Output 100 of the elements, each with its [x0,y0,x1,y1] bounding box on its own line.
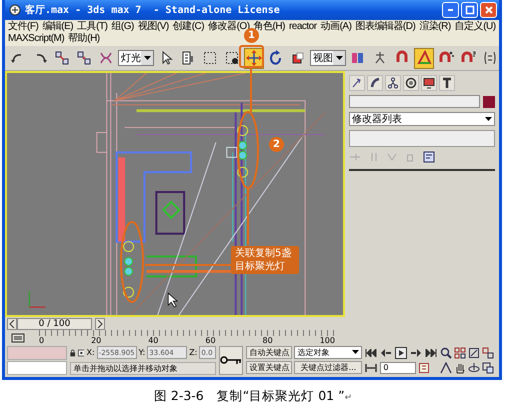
listener-field[interactable] [7,346,68,360]
auto-key-button[interactable]: 自动关键点 [246,346,292,359]
app-icon [9,4,21,16]
display-tab[interactable] [421,75,437,92]
menu-item[interactable]: 工具(T) [77,20,108,33]
selection-filter-dropdown[interactable]: 灯光 [118,50,154,66]
frame-number: 100 [320,336,335,345]
caret-icon [144,56,150,60]
current-frame-field[interactable]: 0 [380,362,416,374]
object-color-swatch[interactable] [483,96,495,108]
set-key-button[interactable]: 设置关键点 [246,360,292,374]
curve-icon [369,77,381,90]
move-icon [246,50,262,66]
previous-frame-button[interactable] [7,318,17,330]
hierarchy-icon [387,77,399,90]
rotate-icon [268,50,284,66]
window-title: 客厅.max - 3ds max 7 - Stand-alone License [25,3,281,17]
leader-line [247,188,249,245]
callout-label: 关联复制5盏目标聚光灯 [231,246,299,274]
time-config-icon[interactable] [419,362,430,373]
list-icon [180,50,196,66]
hierarchy-tab[interactable] [385,75,401,92]
zoom-icon[interactable] [440,346,452,359]
next-key-icon[interactable] [410,348,422,357]
previous-key-icon[interactable] [380,348,392,357]
absolute-mode-icon[interactable] [78,348,84,358]
leader-line [250,67,252,112]
modifier-list-dropdown[interactable]: 修改器列表 [349,112,495,126]
track-bar-icon[interactable] [11,332,25,343]
pan-icon[interactable] [454,362,466,374]
motion-tab[interactable] [403,75,419,92]
field-of-view-icon[interactable] [440,362,452,374]
caret-icon [485,117,492,122]
menu-item[interactable]: 帮助(H) [68,32,100,45]
triangle-icon [416,50,432,66]
arrow-icon [351,77,363,90]
frame-number: 40 [148,336,158,345]
circle-icon [405,77,417,90]
prompt-text: 单击并拖动以选择并移动对象 [70,362,216,375]
zoom-extents-icon[interactable] [468,346,480,359]
go-to-end-icon[interactable] [425,348,438,357]
axis-label: Z: [189,348,198,358]
utilities-tab[interactable] [439,75,455,92]
menu-item[interactable]: 动画(A) [320,20,352,33]
configure-icon[interactable] [423,151,435,164]
angle-snap-tool-button[interactable] [414,48,434,69]
key-mode-toggle-icon[interactable] [365,364,378,372]
reference-coordinate-dropdown[interactable]: 视图 [310,50,346,66]
maximize-button[interactable] [461,2,478,18]
frame-number: 60 [205,336,216,345]
dashed-square-icon [224,50,240,66]
frame-ruler[interactable]: 0 20 40 60 80 100 [39,330,335,346]
menu-item[interactable]: 创建(C) [172,20,204,33]
menu-item[interactable]: MAXScript(M) [8,32,64,45]
hammer-icon [441,77,453,90]
caret-icon [336,56,342,60]
create-tab[interactable] [349,75,365,92]
dashed-square-icon [202,50,218,66]
braces-icon [482,50,498,66]
maximize-viewport-icon[interactable] [482,362,494,374]
maximize-icon [464,4,474,15]
zoom-all-icon[interactable] [454,346,466,359]
monitor-icon [423,77,435,90]
frame-number: 0 [39,336,44,345]
key-icon [220,355,242,366]
time-slider[interactable]: 0 / 100 [17,318,92,330]
key-mode-dropdown[interactable]: 选定对象 [294,346,362,359]
axis-label: Y: [138,348,146,358]
close-button[interactable] [480,2,497,18]
unlink-icon [76,50,92,66]
modify-tab[interactable] [367,75,383,92]
menu-item[interactable]: 编辑(E) [42,20,74,33]
key-filters-button[interactable]: 关键点过滤器... [294,360,362,374]
minimize-button[interactable] [442,2,459,18]
menu-item[interactable]: 视图(V) [138,20,169,33]
menu-item[interactable]: 组(G) [111,20,134,33]
zoom-extents-all-icon[interactable] [482,346,494,359]
axis-icon [28,291,46,308]
key-mode-button[interactable] [219,346,244,375]
menu-item[interactable]: reactor [288,20,317,33]
scale-icon [290,50,306,66]
paragraph-mark: ↵ [344,393,352,403]
go-to-start-icon[interactable] [365,348,378,357]
cursor-icon [168,292,178,308]
minimize-icon [448,8,453,11]
menu-item[interactable]: 渲染(R) [419,20,451,33]
listener-output-field[interactable] [7,360,68,375]
menu-item[interactable]: 图表编辑器(D) [355,20,416,33]
object-name-field[interactable] [349,95,480,108]
next-frame-button[interactable] [95,318,105,330]
caret-icon [352,350,360,354]
play-icon[interactable] [395,346,408,359]
highlight-frame [239,45,264,68]
frame-number: 20 [91,336,102,345]
menu-item[interactable]: 文件(F) [8,20,38,33]
figure-caption: 图 2-3-6 复制“目标聚光灯 01 ” [154,388,345,403]
menu-item[interactable]: 自定义(U) [454,20,496,33]
lock-icon[interactable] [70,348,76,358]
orbit-icon[interactable] [468,362,480,374]
frame-number: 80 [262,336,273,345]
